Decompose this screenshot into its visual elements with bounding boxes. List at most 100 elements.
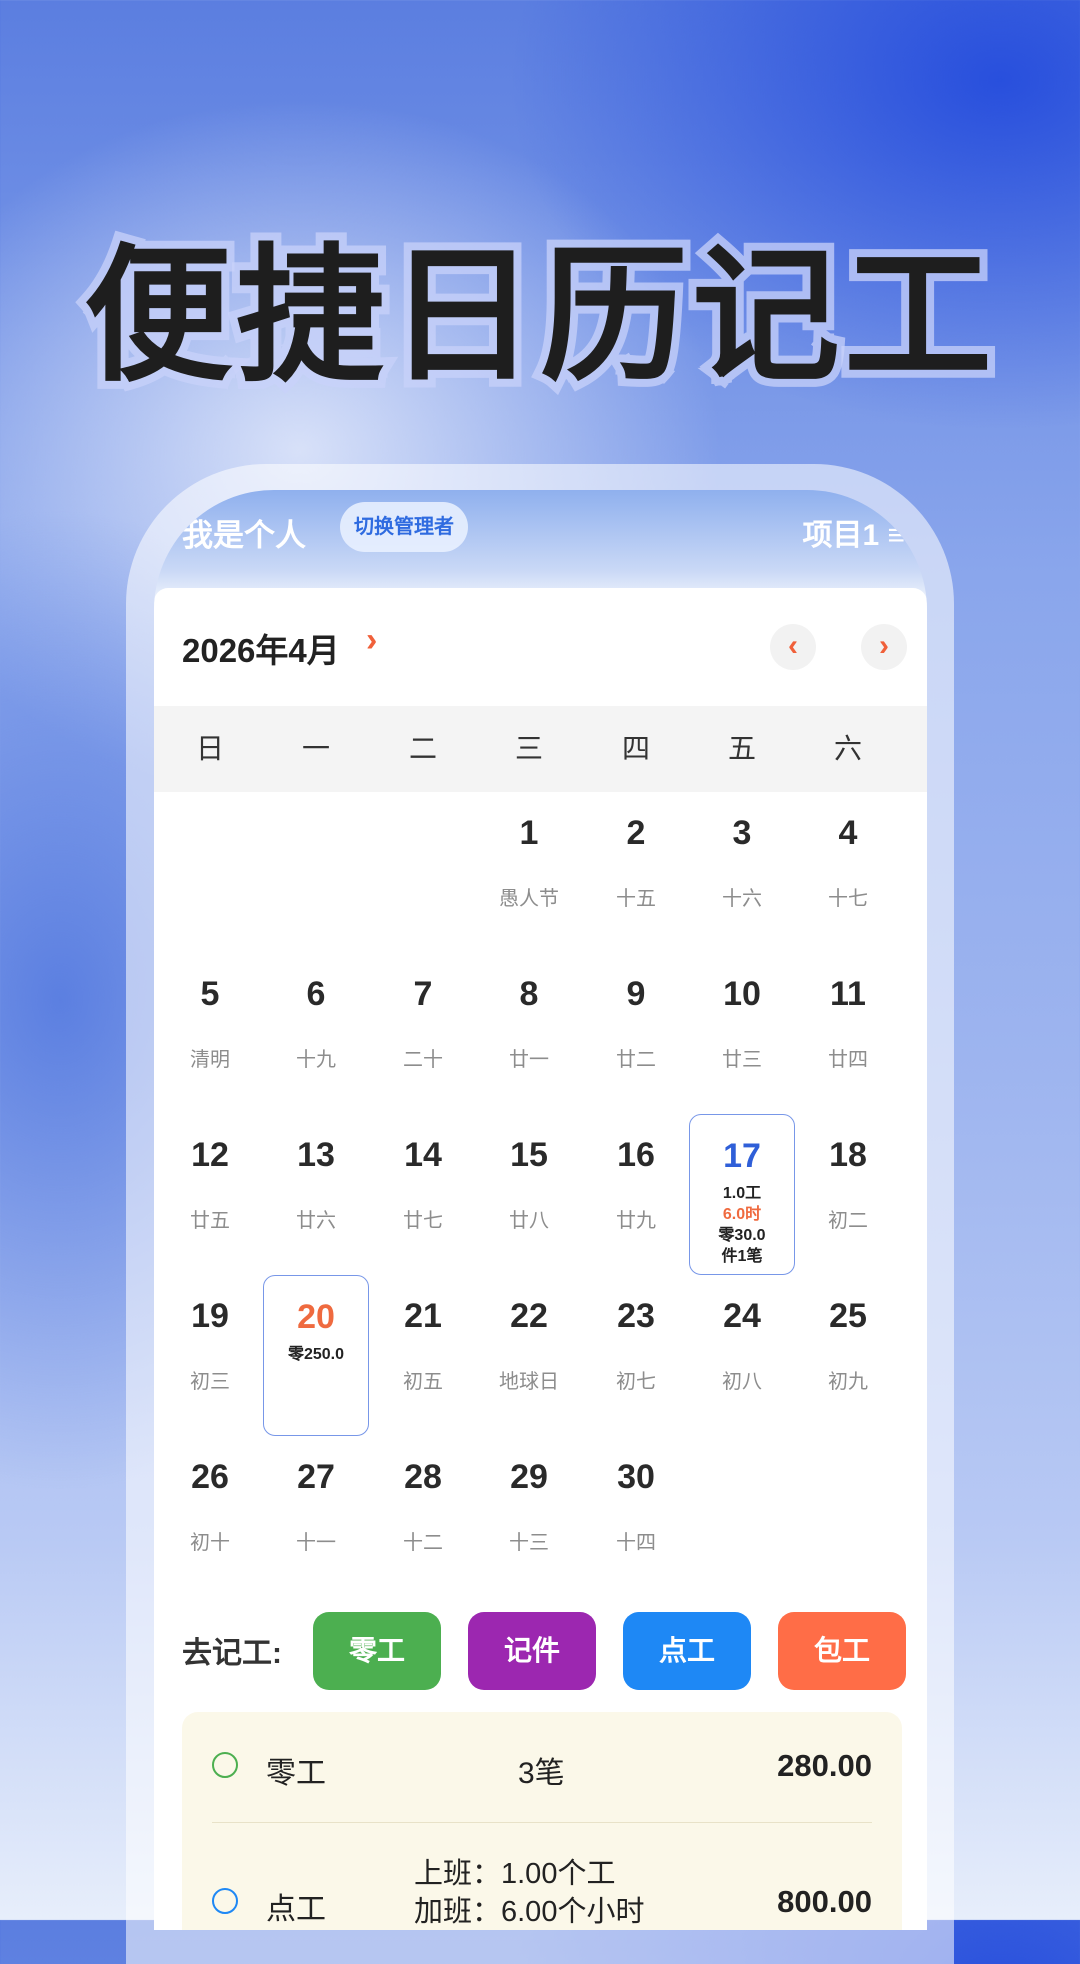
- lunar-label: 十三: [509, 1532, 549, 1554]
- day-number: 15: [510, 1136, 548, 1174]
- day-cell[interactable]: 25 初九: [795, 1275, 901, 1436]
- work-entry: 6.0时: [722, 1206, 762, 1223]
- lunar-label: 廿七: [403, 1210, 443, 1232]
- day-cell[interactable]: 7 二十: [370, 953, 476, 1114]
- day-cell-selected[interactable]: 17 1.0工 6.0时 零30.0 件1笔: [689, 1114, 795, 1275]
- summary-detail: 上班：1.00个工: [414, 1858, 616, 1890]
- day-cell[interactable]: 13 廿六: [263, 1114, 369, 1275]
- work-entry: 零250.0: [287, 1346, 345, 1363]
- month-chevron-icon[interactable]: ›: [366, 621, 377, 660]
- day-cell[interactable]: 5 清明: [157, 953, 263, 1114]
- top-bar: 我是个人 切换管理者 项目1 ≡: [154, 490, 927, 590]
- day-cell[interactable]: 23 初七: [583, 1275, 689, 1436]
- day-cell[interactable]: 15 廿八: [476, 1114, 582, 1275]
- month-title[interactable]: 2026年4月: [182, 624, 340, 672]
- lunar-label: 初二: [828, 1210, 868, 1232]
- day-number: 8: [519, 975, 539, 1013]
- lunar-label: 愚人节: [499, 888, 559, 910]
- day-cell[interactable]: 3 十六: [689, 792, 795, 953]
- headline: 便捷日历记工: [76, 222, 1000, 410]
- day-cell[interactable]: 6 十九: [263, 953, 369, 1114]
- summary-label: 点工: [266, 1893, 326, 1926]
- day-cell[interactable]: 10 廿三: [689, 953, 795, 1114]
- day-number: 24: [723, 1297, 761, 1335]
- summary-row[interactable]: 零工 3笔 280.00: [182, 1712, 902, 1822]
- contract-work-button[interactable]: 包工: [778, 1612, 906, 1690]
- lunar-label: 十四: [616, 1532, 656, 1554]
- summary-amount: 280.00: [777, 1748, 872, 1783]
- day-cell[interactable]: 11 廿四: [795, 953, 901, 1114]
- work-entry: 零30.0: [718, 1227, 766, 1244]
- day-number: 5: [200, 975, 220, 1013]
- lunar-label: 初八: [722, 1371, 762, 1393]
- day-cell[interactable]: 30 十四: [583, 1436, 689, 1597]
- day-cell[interactable]: 12 廿五: [157, 1114, 263, 1275]
- day-number: 6: [306, 975, 326, 1013]
- lunar-label: 廿九: [616, 1210, 656, 1232]
- lunar-label: 廿一: [509, 1049, 549, 1071]
- day-cell[interactable]: 24 初八: [689, 1275, 795, 1436]
- day-number: 28: [404, 1458, 442, 1496]
- weekday-label: 一: [301, 733, 330, 764]
- role-label: 我是个人: [182, 518, 306, 553]
- radio-circle-icon[interactable]: [212, 1888, 238, 1914]
- lunar-label: 十一: [296, 1532, 336, 1554]
- day-number: 29: [510, 1458, 548, 1496]
- lunar-label: 初五: [403, 1371, 443, 1393]
- project-selector[interactable]: 项目1 ≡: [802, 510, 905, 554]
- day-cell[interactable]: 1 愚人节: [476, 792, 582, 953]
- day-number: 27: [297, 1458, 335, 1496]
- work-entry: 1.0工: [722, 1185, 762, 1202]
- day-cell[interactable]: 16 廿九: [583, 1114, 689, 1275]
- lunar-label: 清明: [190, 1049, 230, 1071]
- day-cell[interactable]: 26 初十: [157, 1436, 263, 1597]
- lunar-label: 初七: [616, 1371, 656, 1393]
- next-month-button[interactable]: ›: [861, 624, 907, 670]
- lunar-label: 廿八: [509, 1210, 549, 1232]
- day-number: 12: [191, 1136, 229, 1174]
- day-cell[interactable]: 21 初五: [370, 1275, 476, 1436]
- day-number: 30: [617, 1458, 655, 1496]
- odd-job-button[interactable]: 零工: [313, 1612, 441, 1690]
- weekday-label: 五: [727, 733, 756, 764]
- piecework-button[interactable]: 记件: [468, 1612, 596, 1690]
- hourly-work-button[interactable]: 点工: [623, 1612, 751, 1690]
- day-cell[interactable]: 2 十五: [583, 792, 689, 953]
- lunar-label: 十二: [403, 1532, 443, 1554]
- lunar-label: 廿二: [616, 1049, 656, 1071]
- day-cell[interactable]: 22 地球日: [476, 1275, 582, 1436]
- work-entry: 件1笔: [721, 1248, 763, 1265]
- day-cell[interactable]: 9 廿二: [583, 953, 689, 1114]
- day-number: 21: [404, 1297, 442, 1335]
- lunar-label: 廿六: [296, 1210, 336, 1232]
- day-cell[interactable]: 18 初二: [795, 1114, 901, 1275]
- day-number: 11: [830, 975, 866, 1013]
- lunar-label: 十七: [828, 888, 868, 910]
- day-number: 2: [626, 814, 646, 852]
- day-cell[interactable]: 27 十一: [263, 1436, 369, 1597]
- summary-count: 3笔: [518, 1757, 565, 1790]
- day-number: 26: [191, 1458, 229, 1496]
- day-number: 1: [519, 814, 539, 852]
- day-cell-today[interactable]: 20 零250.0: [263, 1275, 369, 1436]
- radio-circle-icon[interactable]: [212, 1752, 238, 1778]
- month-header: 2026年4月 › ‹ ›: [154, 588, 927, 706]
- prev-month-button[interactable]: ‹: [770, 624, 816, 670]
- day-number: 16: [617, 1136, 655, 1174]
- day-number: 9: [626, 975, 646, 1013]
- lunar-label: 十六: [722, 888, 762, 910]
- day-number: 10: [723, 975, 761, 1013]
- day-cell[interactable]: 28 十二: [370, 1436, 476, 1597]
- summary-label: 零工: [266, 1757, 326, 1790]
- day-cell[interactable]: 4 十七: [795, 792, 901, 953]
- summary-panel: 零工 3笔 280.00 点工 上班：1.00个工 加班：6.00个小时 800…: [182, 1712, 902, 1930]
- weekday-label: 三: [514, 733, 543, 764]
- day-cell[interactable]: 29 十三: [476, 1436, 582, 1597]
- lunar-label: 二十: [403, 1049, 443, 1071]
- summary-row[interactable]: 点工 上班：1.00个工 加班：6.00个小时 800.00: [182, 1822, 902, 1930]
- day-cell[interactable]: 19 初三: [157, 1275, 263, 1436]
- switch-manager-button[interactable]: 切换管理者: [340, 502, 468, 552]
- lunar-label: 十九: [296, 1049, 336, 1071]
- day-cell[interactable]: 14 廿七: [370, 1114, 476, 1275]
- day-cell[interactable]: 8 廿一: [476, 953, 582, 1114]
